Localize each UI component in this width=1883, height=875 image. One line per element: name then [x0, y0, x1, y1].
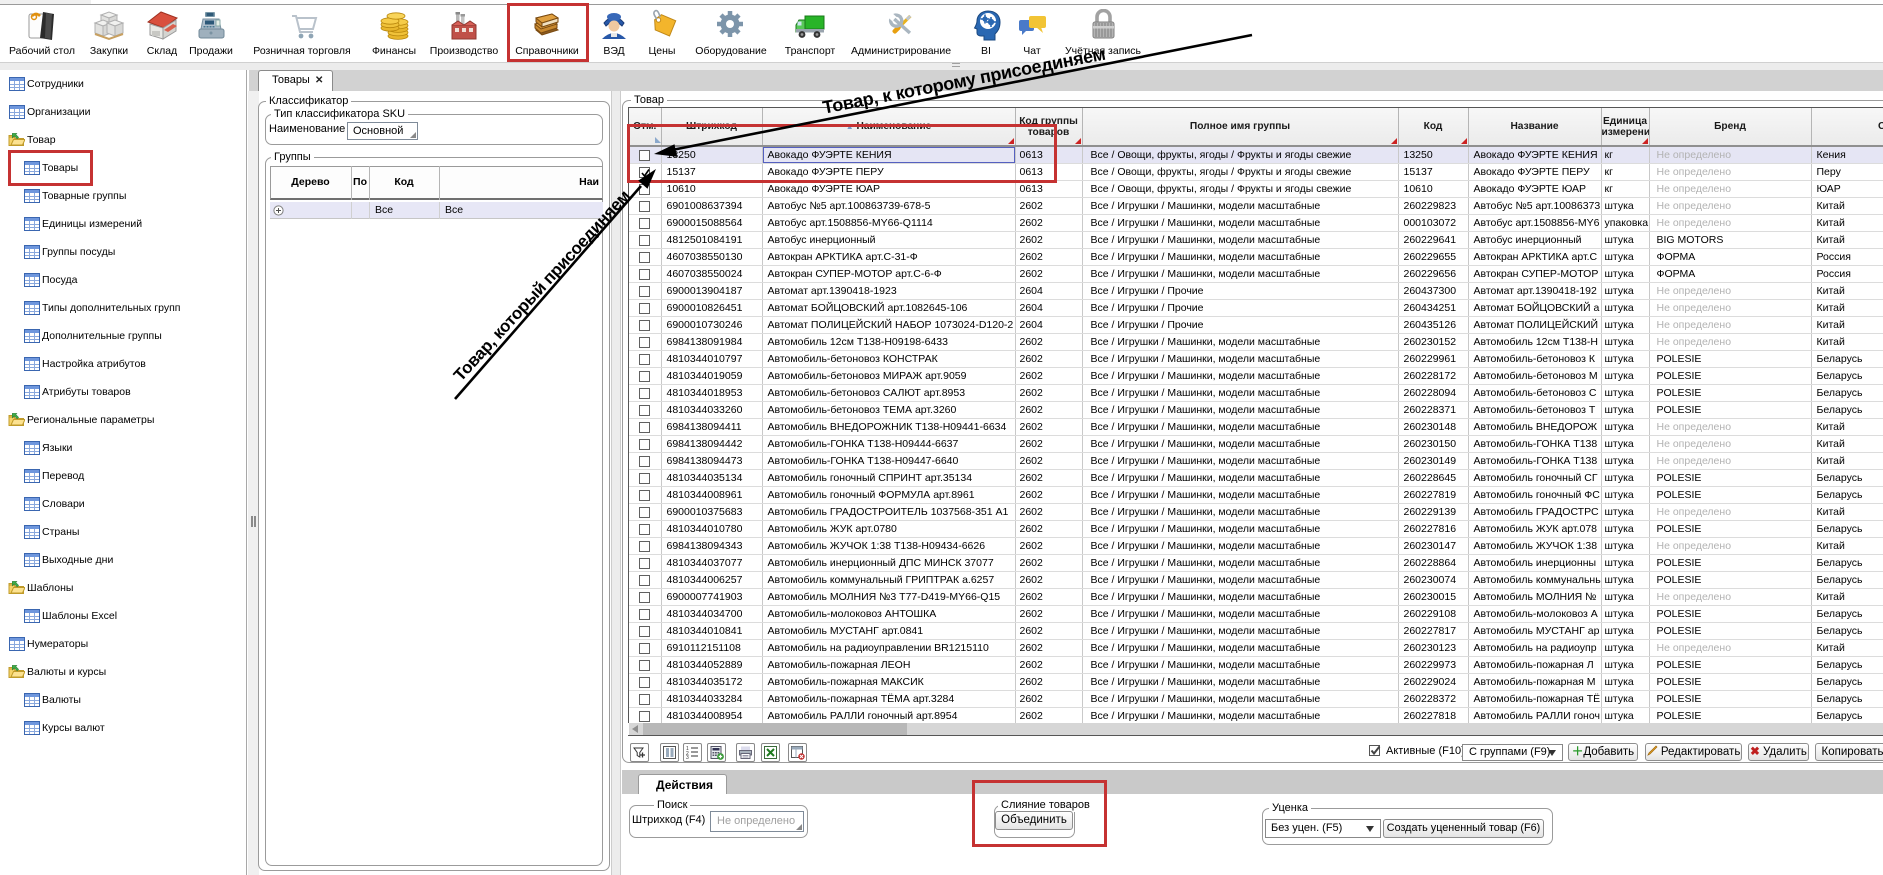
svg-text:3: 3 — [686, 755, 689, 761]
